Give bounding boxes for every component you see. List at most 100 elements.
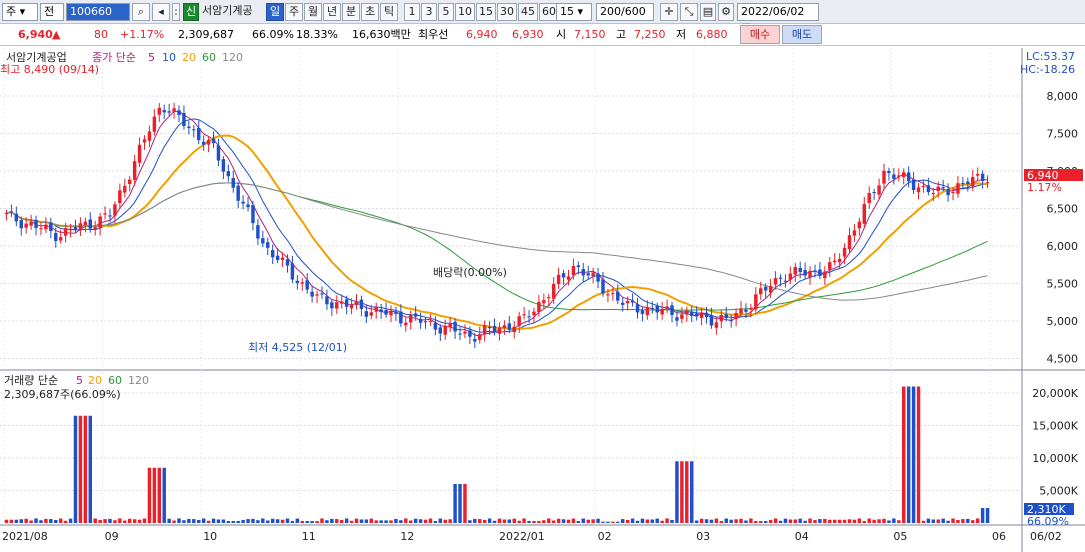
ma-period-10: 10 xyxy=(162,51,176,64)
current-pct-tag: 1.17% xyxy=(1027,181,1062,194)
candle-body xyxy=(379,309,383,313)
candle-body xyxy=(177,110,181,116)
tab-period-0[interactable]: 일 xyxy=(266,3,284,21)
price-tick-label: 5,500 xyxy=(1047,278,1079,291)
volume-bar xyxy=(132,519,137,523)
minute-5[interactable]: 5 xyxy=(438,3,454,21)
candle-body xyxy=(241,201,245,204)
candle-body xyxy=(803,269,807,276)
more-icon[interactable]: : xyxy=(172,3,180,21)
candle-body xyxy=(142,139,147,143)
candle-body xyxy=(192,129,196,131)
market-badge: 신 xyxy=(183,3,199,21)
volume-bar xyxy=(635,520,640,523)
volume-bar xyxy=(433,521,438,523)
candle-body xyxy=(763,286,768,291)
volume-bar xyxy=(931,519,936,523)
candle-body xyxy=(88,219,93,229)
buy-button[interactable]: 매수 xyxy=(740,25,780,44)
volume-bar xyxy=(980,507,985,523)
minute-45[interactable]: 45 xyxy=(518,3,538,21)
tab-period-3[interactable]: 년 xyxy=(323,3,341,21)
market-combo-value: 주 xyxy=(6,5,17,18)
volume-bar xyxy=(862,521,867,523)
low-annotation: 최저 4,525 (12/01) xyxy=(248,341,347,354)
minute-3[interactable]: 3 xyxy=(421,3,437,21)
speaker-icon[interactable]: ◂ xyxy=(152,3,170,21)
minute-30[interactable]: 30 xyxy=(497,3,517,21)
volume-bar xyxy=(897,520,901,523)
candle-body xyxy=(724,314,728,319)
minute-1[interactable]: 1 xyxy=(404,3,420,21)
volume-bar xyxy=(828,519,832,523)
volume-bar xyxy=(127,518,132,523)
ma-period-120: 120 xyxy=(222,51,243,64)
volume-bar xyxy=(823,518,827,523)
candle-body xyxy=(4,213,9,214)
stock-code-input[interactable]: 100660 xyxy=(66,3,130,21)
candle-body xyxy=(147,131,152,141)
gear-icon[interactable]: ⚙ xyxy=(718,3,734,21)
candle-body xyxy=(339,301,344,304)
save-icon[interactable]: ▤ xyxy=(700,3,716,21)
candle-body xyxy=(295,280,300,284)
count-input[interactable]: 200/600 xyxy=(596,3,654,21)
candle-body xyxy=(709,315,714,326)
candle-body xyxy=(63,228,68,236)
volume-bar xyxy=(685,461,689,523)
price-tick-label: 7,500 xyxy=(1047,128,1079,141)
volume-bar xyxy=(906,386,911,523)
quote-change-pct: +1.17% xyxy=(120,28,165,41)
candle-body xyxy=(685,310,689,315)
volume-tick-label: 5,000K xyxy=(1039,485,1078,498)
volume-bar xyxy=(911,386,916,523)
candle-body xyxy=(630,300,635,303)
candle-body xyxy=(315,294,319,296)
volume-bar xyxy=(537,521,541,523)
candle-body xyxy=(951,191,955,193)
minute-15[interactable]: 15 xyxy=(476,3,496,21)
volume-bar xyxy=(882,518,886,523)
x-tick-label: 2021/08 xyxy=(2,530,48,543)
high-label: 고 xyxy=(616,28,627,41)
volume-bar xyxy=(19,519,23,523)
volume-bar xyxy=(379,520,383,523)
tab-period-2[interactable]: 월 xyxy=(304,3,322,21)
volume-bar xyxy=(49,519,53,523)
stock-chart[interactable]: 8,0007,5007,0006,5006,0005,5005,0004,500… xyxy=(0,48,1085,552)
volume-bar xyxy=(798,518,802,523)
volume-bar xyxy=(364,519,369,523)
candle-body xyxy=(413,313,418,317)
volume-bar xyxy=(729,519,733,523)
zigzag-icon[interactable]: ⤡ xyxy=(680,3,698,21)
volume-bar xyxy=(54,519,58,523)
market-combo[interactable]: 주 ▾ xyxy=(2,3,38,21)
crosshair-icon[interactable]: ✛ xyxy=(660,3,678,21)
candle-body xyxy=(936,186,940,191)
tab-period-6[interactable]: 틱 xyxy=(380,3,398,21)
sell-button[interactable]: 매도 xyxy=(782,25,822,44)
interval-combo[interactable]: 15 ▾ xyxy=(556,3,592,21)
search-icon[interactable]: ⌕ xyxy=(132,3,150,21)
minute-10[interactable]: 10 xyxy=(455,3,475,21)
volume-tick-label: 20,000K xyxy=(1032,387,1078,400)
tab-period-4[interactable]: 분 xyxy=(342,3,360,21)
candle-body xyxy=(911,179,916,191)
all-combo[interactable]: 전 xyxy=(40,3,64,21)
volume-bar xyxy=(690,461,694,523)
volume-bar xyxy=(783,518,788,523)
candle-body xyxy=(502,325,507,328)
volume-bar xyxy=(256,520,260,523)
tab-period-1[interactable]: 주 xyxy=(285,3,303,21)
candle-body xyxy=(699,312,704,318)
volume-bar xyxy=(394,518,398,523)
tab-period-5[interactable]: 초 xyxy=(361,3,379,21)
volume-bar xyxy=(34,518,38,523)
volume-bar xyxy=(103,519,107,523)
candle-body xyxy=(428,320,433,322)
volume-bar xyxy=(901,386,906,523)
date-input[interactable]: 2022/06/02 ▦ xyxy=(737,3,819,34)
candle-body xyxy=(916,187,921,193)
interval-value: 15 xyxy=(560,5,574,18)
volume-bar xyxy=(73,415,78,523)
